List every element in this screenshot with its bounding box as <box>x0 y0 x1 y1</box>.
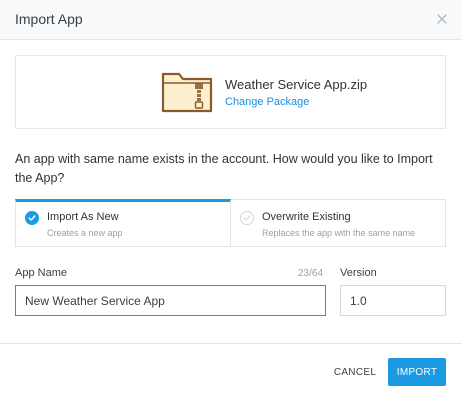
import-button[interactable]: IMPORT <box>388 358 446 386</box>
change-package-link[interactable]: Change Package <box>225 96 309 108</box>
app-name-char-counter: 23/64 <box>298 268 324 279</box>
option-title: Import As New <box>47 211 119 223</box>
dialog-title: Import App <box>15 11 83 27</box>
zip-folder-icon <box>161 69 213 113</box>
cancel-button[interactable]: CANCEL <box>328 361 382 383</box>
option-import-as-new[interactable]: Import As New Creates a new app <box>15 199 231 247</box>
radio-circle-icon[interactable] <box>240 211 254 225</box>
check-circle-icon[interactable] <box>25 211 39 225</box>
app-name-label: App Name <box>15 267 67 279</box>
dialog-header: Import App <box>0 0 462 40</box>
option-description: Replaces the app with the same name <box>262 228 416 238</box>
duplicate-name-question: An app with same name exists in the acco… <box>15 152 433 185</box>
option-title: Overwrite Existing <box>262 211 351 223</box>
import-app-dialog: Import App Weather Service App.zip Chang… <box>0 0 462 405</box>
version-label: Version <box>340 267 377 279</box>
version-input[interactable] <box>340 285 446 316</box>
package-box: Weather Service App.zip Change Package <box>15 55 446 129</box>
option-description: Creates a new app <box>47 228 123 238</box>
package-file-name: Weather Service App.zip <box>225 77 368 92</box>
close-icon[interactable] <box>434 11 450 27</box>
option-overwrite-existing[interactable]: Overwrite Existing Replaces the app with… <box>231 199 446 247</box>
app-name-input[interactable] <box>15 285 326 316</box>
